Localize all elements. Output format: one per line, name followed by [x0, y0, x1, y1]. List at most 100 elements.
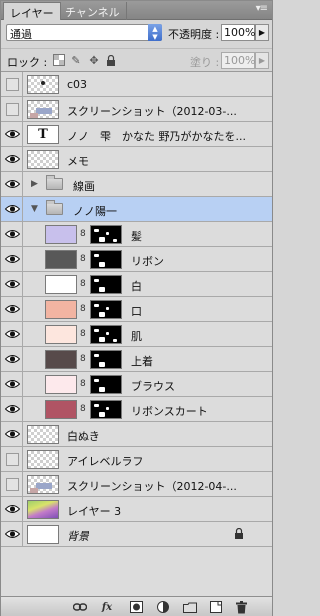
layer-name: 髪 — [131, 230, 142, 243]
eye-icon[interactable] — [1, 497, 23, 521]
layer-name: リボンスカート — [131, 405, 208, 418]
layer-row[interactable]: 8 上着 — [1, 347, 272, 372]
eye-icon[interactable] — [1, 247, 23, 271]
lock-all-icon[interactable] — [105, 54, 117, 66]
layer-name: レイヤー 3 — [67, 505, 122, 518]
eye-icon[interactable] — [1, 372, 23, 396]
layer-mask-thumbnail[interactable] — [90, 325, 122, 344]
layer-row[interactable]: アイレベルラフ — [1, 447, 272, 472]
layer-row[interactable]: 8 ブラウス — [1, 372, 272, 397]
eye-icon[interactable] — [1, 347, 23, 371]
layer-thumbnail — [45, 225, 77, 244]
layer-mask-thumbnail[interactable] — [90, 375, 122, 394]
visibility-toggle[interactable] — [1, 97, 23, 121]
layer-row[interactable]: T ノノ 雫 かなた 野乃がかなたを... — [1, 122, 272, 147]
mask-link-icon[interactable]: 8 — [80, 404, 86, 414]
tab-bar: レイヤー チャンネル ▾≡ — [1, 1, 272, 20]
eye-icon[interactable] — [1, 147, 23, 171]
layer-mask-thumbnail[interactable] — [90, 275, 122, 294]
layer-row[interactable]: c03 — [1, 72, 272, 97]
visibility-toggle[interactable] — [1, 472, 23, 496]
eye-icon[interactable] — [1, 122, 23, 146]
eye-icon[interactable] — [1, 222, 23, 246]
disclosure-collapsed-icon[interactable]: ▶ — [31, 179, 38, 189]
layer-name: 白 — [131, 280, 142, 293]
layer-thumbnail — [45, 300, 77, 319]
adjustment-icon[interactable] — [156, 600, 170, 614]
layer-thumbnail — [27, 475, 59, 494]
fill-label: 塗り : — [190, 56, 220, 69]
layer-mask-thumbnail[interactable] — [90, 300, 122, 319]
layer-thumbnail — [27, 425, 59, 444]
eye-icon[interactable] — [1, 522, 23, 546]
fill-dropdown-icon[interactable]: ▶ — [255, 52, 269, 69]
mask-link-icon[interactable]: 8 — [80, 379, 86, 389]
layer-name: メモ — [67, 155, 89, 168]
blend-mode-value: 通過 — [10, 28, 32, 41]
new-layer-icon[interactable] — [209, 600, 223, 614]
blend-mode-select[interactable]: 通過 ▲ ▼ — [6, 24, 162, 41]
opacity-input[interactable]: 100% — [221, 24, 255, 41]
layer-row[interactable]: 8白 — [1, 272, 272, 297]
layer-row[interactable]: ▶ 線画 — [1, 172, 272, 197]
mask-link-icon[interactable]: 8 — [80, 329, 86, 339]
mask-link-icon[interactable]: 8 — [80, 229, 86, 239]
layer-mask-thumbnail[interactable] — [90, 350, 122, 369]
link-icon[interactable] — [73, 600, 87, 614]
layer-row[interactable]: ▼ ノノ陽一 — [1, 197, 272, 222]
layer-thumbnail — [45, 400, 77, 419]
panel-menu-icon[interactable]: ▾≡ — [256, 3, 268, 14]
layer-thumbnail — [45, 275, 77, 294]
layer-thumbnail — [45, 350, 77, 369]
eye-icon[interactable] — [1, 197, 23, 221]
tab-channels[interactable]: チャンネル — [59, 2, 127, 20]
layer-mask-thumbnail[interactable] — [90, 400, 122, 419]
lock-transparency-icon[interactable] — [53, 54, 65, 66]
layer-thumbnail — [27, 150, 59, 169]
layer-row[interactable]: 8肌 — [1, 322, 272, 347]
layer-name: リボン — [131, 255, 164, 268]
layer-row[interactable]: 8 リボン — [1, 247, 272, 272]
layer-row[interactable]: 8 リボンスカート — [1, 397, 272, 422]
eye-icon[interactable] — [1, 172, 23, 196]
tab-layers[interactable]: レイヤー — [3, 2, 61, 20]
layer-row[interactable]: 8髪 — [1, 222, 272, 247]
fx-icon[interactable]: fx — [100, 600, 114, 614]
lock-paint-icon[interactable]: ✎ — [70, 54, 82, 67]
layer-name: 口 — [131, 305, 142, 318]
layer-name: スクリーンショット（2012-04-... — [67, 480, 237, 493]
eye-icon[interactable] — [1, 272, 23, 296]
layer-row[interactable]: メモ — [1, 147, 272, 172]
layer-row[interactable]: 8口 — [1, 297, 272, 322]
layer-row[interactable]: 背景 — [1, 522, 272, 547]
trash-icon[interactable] — [234, 600, 248, 614]
layer-mask-thumbnail[interactable] — [90, 225, 122, 244]
layer-thumbnail — [45, 375, 77, 394]
mask-link-icon[interactable]: 8 — [80, 304, 86, 314]
disclosure-expanded-icon[interactable]: ▼ — [31, 204, 38, 214]
layer-row[interactable]: スクリーンショット（2012-04-... — [1, 472, 272, 497]
eye-icon[interactable] — [1, 297, 23, 321]
layer-mask-thumbnail[interactable] — [90, 250, 122, 269]
visibility-toggle[interactable] — [1, 447, 23, 471]
eye-icon[interactable] — [1, 422, 23, 446]
mask-link-icon[interactable]: 8 — [80, 254, 86, 264]
mask-icon[interactable] — [129, 600, 143, 614]
layer-row[interactable]: スクリーンショット（2012-03-... — [1, 97, 272, 122]
eye-icon[interactable] — [1, 322, 23, 346]
folder-icon[interactable] — [183, 600, 197, 614]
layer-name: ノノ 雫 かなた 野乃がかなたを... — [67, 130, 246, 143]
mask-link-icon[interactable]: 8 — [80, 354, 86, 364]
layer-row[interactable]: 白ぬき — [1, 422, 272, 447]
fill-input[interactable]: 100% — [221, 52, 255, 69]
lock-position-icon[interactable]: ✥ — [88, 54, 100, 67]
mask-link-icon[interactable]: 8 — [80, 279, 86, 289]
eye-icon[interactable] — [1, 397, 23, 421]
layer-thumbnail — [27, 75, 59, 94]
opacity-dropdown-icon[interactable]: ▶ — [255, 24, 269, 41]
layers-panel: レイヤー チャンネル ▾≡ 通過 ▲ ▼ 不透明度 : 100% ▶ ロック : … — [0, 0, 273, 616]
layer-name: ノノ陽一 — [73, 205, 117, 218]
visibility-toggle[interactable] — [1, 72, 23, 96]
layer-row[interactable]: レイヤー 3 — [1, 497, 272, 522]
layer-thumbnail — [27, 100, 59, 119]
